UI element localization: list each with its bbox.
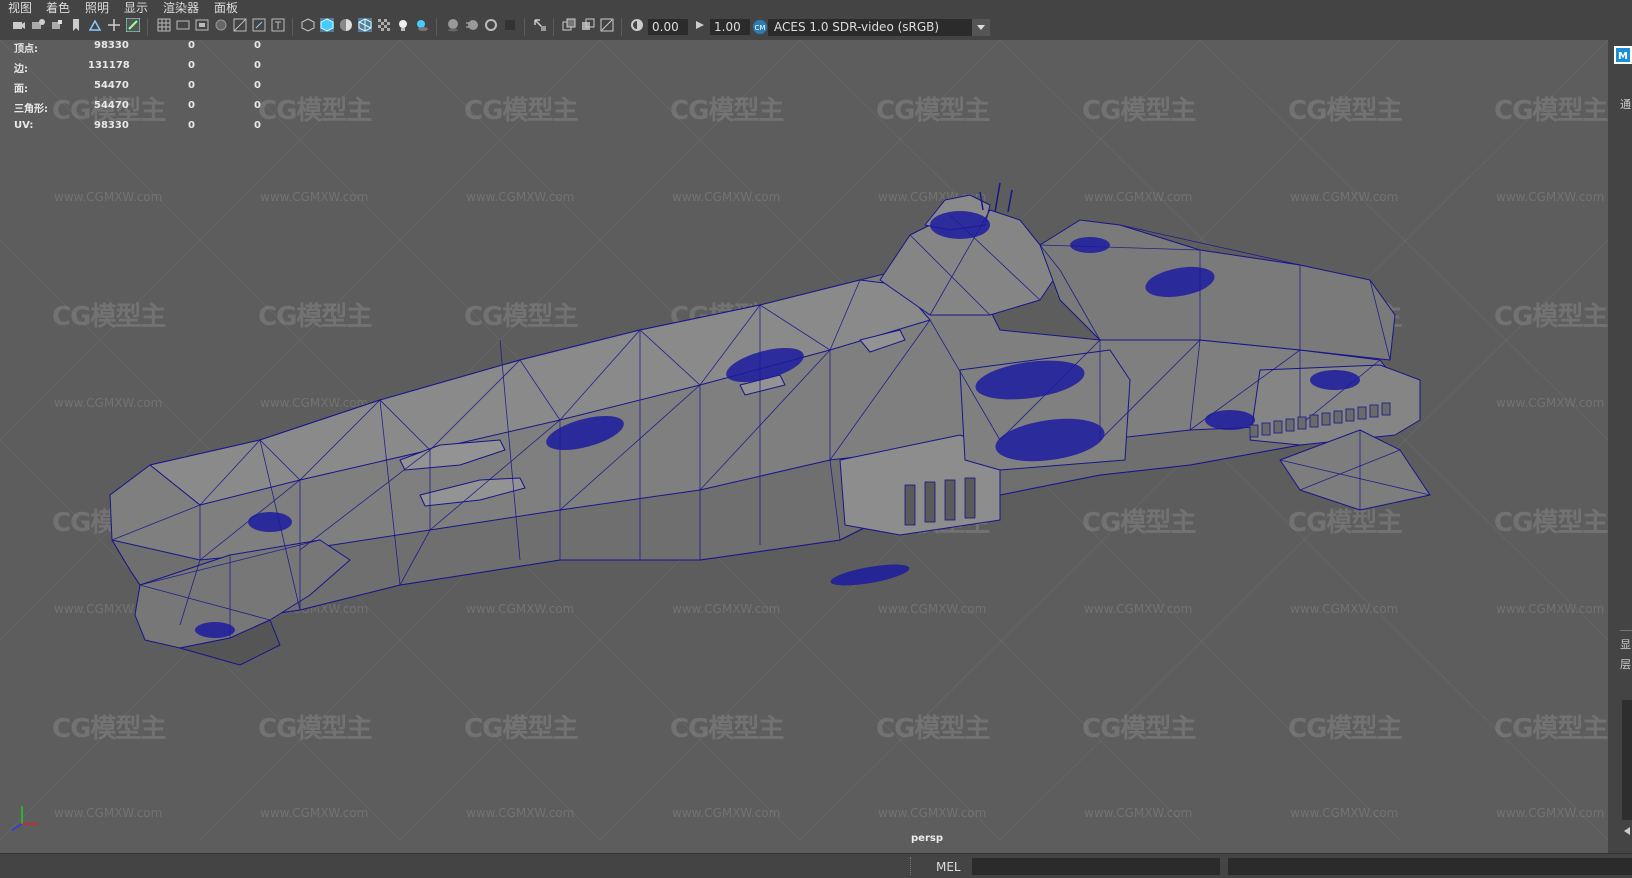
light-icon[interactable] — [396, 18, 410, 32]
default-material-icon[interactable] — [339, 18, 353, 32]
wireframe-icon[interactable] — [301, 18, 315, 32]
channel-box-tab[interactable]: 通 — [1620, 96, 1631, 112]
3d-viewport[interactable]: CG模型主 CG模型主 CG模型主 CG模型主 CG模型主 CG模型主 CG模型… — [0, 40, 1608, 853]
hud-total: 54470 — [94, 80, 129, 91]
camera-label: persp — [911, 833, 943, 844]
camera-select-icon[interactable] — [12, 18, 26, 32]
isolate-select-icon[interactable] — [533, 18, 547, 32]
toolbar-separator — [524, 18, 525, 36]
layer-tab[interactable]: 层 — [1620, 656, 1631, 672]
exposure-icon[interactable] — [630, 18, 644, 32]
bookmark-icon[interactable] — [69, 18, 83, 32]
gamma-field[interactable]: 1.00 — [710, 19, 750, 35]
move-camera-icon[interactable] — [107, 18, 121, 32]
maya-logo-icon[interactable]: M — [1614, 46, 1632, 64]
toolbar-separator — [147, 18, 148, 36]
image-plane-icon[interactable] — [88, 18, 102, 32]
safe-title-icon[interactable] — [271, 18, 285, 32]
spaceship-wireframe-model[interactable] — [0, 40, 1608, 853]
hud-total: 54470 — [94, 100, 129, 111]
scrollbar[interactable] — [1622, 700, 1632, 820]
hud-selected: 0 — [188, 40, 195, 51]
hud-selected: 0 — [188, 100, 195, 111]
hud-selected: 0 — [188, 80, 195, 91]
bookmark-camera-icon[interactable] — [50, 18, 64, 32]
hud-component: 0 — [254, 80, 261, 91]
hud-total: 98330 — [94, 120, 129, 131]
exposure-field[interactable]: 0.00 — [648, 19, 688, 35]
toolbar-separator — [436, 18, 437, 36]
shaded-icon[interactable] — [320, 18, 334, 32]
hud-component: 0 — [254, 40, 261, 51]
color-space-label: ACES 1.0 SDR-video (sRGB) — [774, 20, 940, 34]
svg-text:CM: CM — [755, 24, 766, 32]
depth-of-field-icon[interactable] — [503, 18, 517, 32]
gamma-icon[interactable] — [693, 18, 707, 32]
camera-attributes-icon[interactable] — [31, 18, 45, 32]
mel-label[interactable]: MEL — [936, 860, 961, 874]
film-gate-icon[interactable] — [176, 18, 190, 32]
menu-bar: 视图 着色 照明 显示 渲染器 面板 — [0, 0, 1632, 15]
toolbar-separator — [621, 18, 622, 36]
xray-icon[interactable] — [562, 18, 576, 32]
gate-mask-icon[interactable] — [214, 18, 228, 32]
anti-aliasing-icon[interactable] — [484, 18, 498, 32]
wireframe-on-shaded-icon[interactable] — [358, 18, 372, 32]
right-side-panel: M 通 显 层 — [1608, 40, 1632, 853]
hud-component: 0 — [254, 120, 261, 131]
chevron-left-icon[interactable] — [1622, 826, 1632, 836]
safe-action-icon[interactable] — [252, 18, 266, 32]
svg-text:M: M — [1618, 51, 1628, 62]
hud-selected: 0 — [188, 120, 195, 131]
hud-selected: 0 — [188, 60, 195, 71]
xray-active-components-icon[interactable] — [581, 18, 595, 32]
textured-icon[interactable] — [377, 18, 391, 32]
hud-label: 三角形: — [14, 104, 48, 115]
viewport-toolbar: 0.00 1.00 CM ACES 1.0 SDR-video (sRGB) — [0, 14, 1632, 40]
mel-result-field — [1228, 858, 1632, 875]
grease-pencil-icon[interactable] — [126, 18, 140, 32]
drag-handle[interactable] — [910, 857, 913, 875]
color-space-dropdown[interactable]: ACES 1.0 SDR-video (sRGB) — [768, 19, 990, 36]
toolbar-separator — [553, 18, 554, 36]
hud-label: 面: — [14, 84, 28, 95]
hud-label: 顶点: — [14, 44, 38, 55]
hud-label: UV: — [14, 120, 34, 131]
toolbar-separator — [292, 18, 293, 36]
hud-total: 131178 — [88, 60, 130, 71]
display-tab[interactable]: 显 — [1620, 636, 1631, 652]
motion-blur-icon[interactable] — [465, 18, 479, 32]
hud-total: 98330 — [94, 40, 129, 51]
command-line-bar: MEL — [0, 853, 1632, 878]
axis-gizmo-icon — [11, 806, 38, 831]
chevron-down-icon[interactable] — [972, 19, 990, 36]
resolution-gate-icon[interactable] — [195, 18, 209, 32]
xray-joints-icon[interactable] — [600, 18, 614, 32]
panel-divider — [1620, 630, 1632, 631]
hud-label: 边: — [14, 64, 28, 75]
color-management-icon[interactable]: CM — [752, 19, 768, 35]
shadows-icon[interactable] — [415, 18, 429, 32]
field-chart-icon[interactable] — [233, 18, 247, 32]
hud-component: 0 — [254, 60, 261, 71]
screen-space-ao-icon[interactable] — [446, 18, 460, 32]
mel-command-input[interactable] — [972, 858, 1220, 875]
grid-icon[interactable] — [157, 18, 171, 32]
hud-component: 0 — [254, 100, 261, 111]
